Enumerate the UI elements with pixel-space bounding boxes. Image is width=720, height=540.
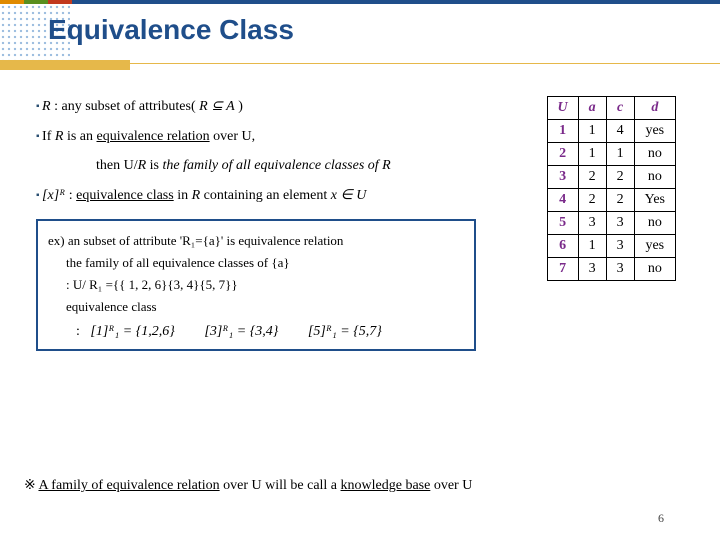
text: over U, [210, 129, 256, 144]
text: is an [63, 129, 96, 144]
table-cell: 3 [606, 235, 634, 258]
table-cell: 2 [578, 189, 606, 212]
table-cell: 1 [578, 235, 606, 258]
slide-title: Equivalence Class [48, 14, 294, 46]
table-header: U [547, 97, 578, 120]
text: then U/ [96, 158, 138, 173]
text: is [146, 158, 162, 173]
table-row: 422Yes [547, 189, 676, 212]
text: R [42, 99, 51, 114]
table-header: c [606, 97, 634, 120]
table-cell: 1 [606, 143, 634, 166]
text: R [192, 188, 201, 203]
table-cell: 2 [547, 143, 578, 166]
table-cell: 1 [578, 143, 606, 166]
table-cell: yes [634, 235, 675, 258]
text: equivalence class [76, 188, 174, 203]
text: A family of equivalence relation [38, 478, 219, 493]
math: [x]ᴿ [42, 188, 65, 203]
bullet-3: [x]ᴿ : equivalence class in R containing… [36, 185, 476, 207]
table-cell: 2 [606, 189, 634, 212]
table-cell: Yes [634, 189, 675, 212]
example-line-1: ex) an subset of attribute 'R₁={a}' is e… [48, 231, 464, 251]
eq1: [1]ᴿ₁ = {1,2,6} [90, 321, 175, 343]
table-cell: 1 [547, 120, 578, 143]
text: : [65, 188, 76, 203]
table-cell: 3 [606, 258, 634, 281]
table-cell: no [634, 166, 675, 189]
text: : [76, 324, 80, 339]
table-row: 114yes [547, 120, 676, 143]
eq2: [3]ᴿ₁ = {3,4} [204, 321, 278, 343]
text: : any subset of attributes( [51, 99, 200, 114]
table-row: 613yes [547, 235, 676, 258]
table-header: d [634, 97, 675, 120]
eq3: [5]ᴿ₁ = {5,7} [308, 321, 382, 343]
page-number: 6 [658, 511, 664, 526]
text: ) [235, 99, 243, 114]
text: the family of all equivalence classes of… [163, 158, 391, 173]
table-cell: 7 [547, 258, 578, 281]
table-cell: 3 [578, 212, 606, 235]
table-cell: 6 [547, 235, 578, 258]
text: R [138, 158, 147, 173]
table-cell: 3 [547, 166, 578, 189]
text: in [174, 188, 192, 203]
table-row: 733no [547, 258, 676, 281]
table-cell: 2 [606, 166, 634, 189]
table-cell: 4 [606, 120, 634, 143]
text: knowledge base [341, 478, 431, 493]
text: over U [430, 478, 472, 493]
table-cell: 4 [547, 189, 578, 212]
table-cell: 5 [547, 212, 578, 235]
data-table: Uacd 114yes211no322no422Yes533no613yes73… [547, 96, 677, 281]
table-cell: 3 [606, 212, 634, 235]
table-cell: no [634, 258, 675, 281]
example-box: ex) an subset of attribute 'R₁={a}' is e… [36, 219, 476, 351]
table-row: 533no [547, 212, 676, 235]
bullet-2: If R is an equivalence relation over U, [36, 126, 476, 148]
text: equivalence relation [97, 129, 210, 144]
text: over U will be call a [220, 478, 341, 493]
math: x ∈ U [331, 188, 367, 203]
bullet-2-cont: then U/R is the family of all equivalenc… [96, 155, 476, 177]
table-cell: 3 [578, 258, 606, 281]
table-cell: 2 [578, 166, 606, 189]
footnote: ※ A family of equivalence relation over … [24, 477, 696, 494]
table-cell: 1 [578, 120, 606, 143]
text: If [42, 129, 55, 144]
slide-body: R : any subset of attributes( R ⊆ A ) If… [36, 96, 476, 351]
example-line-2: the family of all equivalence classes of… [66, 253, 464, 273]
table-cell: no [634, 143, 675, 166]
text: containing an element [200, 188, 331, 203]
table-header: a [578, 97, 606, 120]
table-cell: no [634, 212, 675, 235]
table-row: 322no [547, 166, 676, 189]
example-equations: : [1]ᴿ₁ = {1,2,6} [3]ᴿ₁ = {3,4} [5]ᴿ₁ = … [76, 321, 464, 343]
example-line-3: : U/ R₁ ={{ 1, 2, 6}{3, 4}{5, 7}} [66, 275, 464, 295]
math: R ⊆ A [199, 99, 235, 114]
example-line-4: equivalence class [66, 297, 464, 317]
table-row: 211no [547, 143, 676, 166]
table-cell: yes [634, 120, 675, 143]
bullet-1: R : any subset of attributes( R ⊆ A ) [36, 96, 476, 118]
